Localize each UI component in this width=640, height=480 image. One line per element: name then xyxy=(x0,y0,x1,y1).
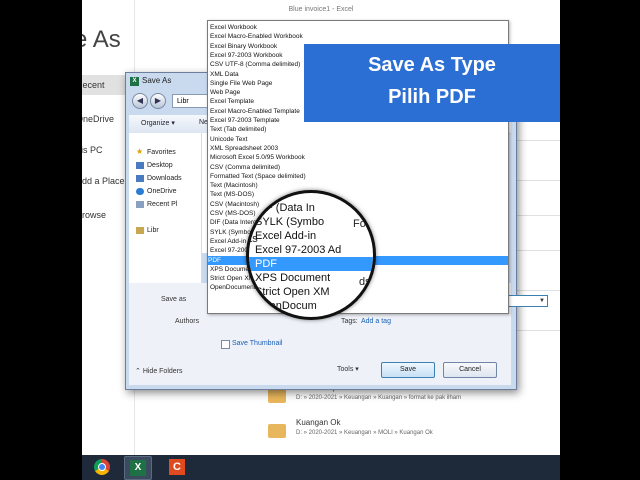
magnifier-lens: ents me: Format) dsheet dsheet DIF (Data… xyxy=(246,190,376,320)
magnified-option-selected: PDF xyxy=(249,257,373,271)
tools-button[interactable]: Tools ▾ xyxy=(337,365,359,373)
camtasia-taskbar-button[interactable]: C xyxy=(164,456,190,478)
magnified-option: XPS Document xyxy=(255,272,331,284)
save-type-option[interactable]: Excel Macro-Enabled Workbook xyxy=(210,32,303,41)
nav-onedrive[interactable]: OneDrive xyxy=(136,188,177,195)
save-type-option[interactable]: CSV (Comma delimited) xyxy=(210,163,280,172)
magnified-option: OpenDocum xyxy=(255,300,317,312)
taskbar: X C xyxy=(82,455,560,480)
cloud-icon xyxy=(136,188,144,195)
save-type-option[interactable]: Microsoft Excel 5.0/95 Workbook xyxy=(210,153,305,162)
save-type-option[interactable]: Single File Web Page xyxy=(210,79,272,88)
folder-path: D: » 2020-2021 » Keuangan » Kuangan » fo… xyxy=(296,395,462,401)
magnified-option: SYLK (Symbo xyxy=(255,216,325,228)
magnified-option: Strict Open XM xyxy=(255,286,330,298)
window-title: Blue invoice1 - Excel xyxy=(288,6,354,13)
excel-icon: X xyxy=(130,77,139,86)
save-type-option[interactable]: Unicode Text xyxy=(210,135,247,144)
authors-label: Authors xyxy=(175,318,200,325)
nav-onedrive[interactable]: OneDrive xyxy=(82,114,114,124)
save-type-option[interactable]: Excel Binary Workbook xyxy=(210,42,277,51)
chevron-down-icon: ▼ xyxy=(539,298,545,304)
save-as-type-label: Save as xyxy=(161,296,187,303)
save-type-option[interactable]: Excel 97-2003 Workbook xyxy=(210,51,283,60)
save-type-option[interactable]: Excel Workbook xyxy=(210,23,257,32)
desktop-icon xyxy=(136,162,144,169)
caption-banner: Save As Type Pilih PDF xyxy=(304,44,560,122)
hide-folders-button[interactable]: ⌃ Hide Folders xyxy=(135,367,183,375)
save-type-option[interactable]: XML Spreadsheet 2003 xyxy=(210,144,278,153)
save-type-option[interactable]: Text (MS-DOS) xyxy=(210,190,254,199)
save-type-option[interactable]: Excel Template xyxy=(210,97,254,106)
chrome-icon xyxy=(94,459,110,475)
excel-taskbar-button[interactable]: X xyxy=(124,456,152,480)
cancel-button[interactable]: Cancel xyxy=(443,362,497,378)
save-button[interactable]: Save xyxy=(381,362,435,378)
save-thumbnail-checkbox[interactable] xyxy=(221,340,230,349)
star-icon: ★ xyxy=(136,147,144,156)
save-type-option[interactable]: Formatted Text (Space delimited) xyxy=(210,172,306,181)
folder-path: D: » 2020-2021 » Keuangan » MOLI » Kuang… xyxy=(296,430,433,436)
folder-icon xyxy=(268,424,286,438)
banner-line-2: Pilih PDF xyxy=(388,86,476,108)
nav-this-pc[interactable]: his PC xyxy=(82,145,103,155)
downloads-icon xyxy=(136,175,144,182)
folder-icon xyxy=(268,389,286,403)
save-type-option[interactable]: XML Data xyxy=(210,70,239,79)
forward-icon[interactable]: ▶ xyxy=(150,93,166,109)
nav-downloads[interactable]: Downloads xyxy=(136,175,182,182)
folder-name: Kuangan Ok xyxy=(296,418,341,427)
save-type-option[interactable]: Excel 97-2003 Template xyxy=(210,116,280,125)
save-thumbnail-label[interactable]: Save Thumbnail xyxy=(232,340,282,347)
nav-favorites[interactable]: ★ Favorites xyxy=(136,147,176,156)
nav-browse[interactable]: Browse xyxy=(82,210,106,220)
nav-add-place[interactable]: Add a Place xyxy=(82,176,125,186)
save-type-option[interactable]: Excel Add-in xyxy=(210,237,246,246)
recent-icon xyxy=(136,201,144,208)
backstage-heading: e As xyxy=(82,26,121,53)
save-type-option[interactable]: Text (Tab delimited) xyxy=(210,125,266,134)
library-icon xyxy=(136,227,144,234)
nav-libraries[interactable]: Libr xyxy=(136,227,159,234)
save-type-option[interactable]: Text (Macintosh) xyxy=(210,181,258,190)
save-type-option[interactable]: CSV (Macintosh) xyxy=(210,200,259,209)
magnified-option: DIF (Data In xyxy=(255,202,315,214)
back-icon[interactable]: ◀ xyxy=(132,93,148,109)
nav-desktop[interactable]: Desktop xyxy=(136,162,173,169)
camtasia-icon: C xyxy=(169,459,185,475)
nav-recent-places[interactable]: Recent Pl xyxy=(136,201,177,208)
save-type-option[interactable]: Web Page xyxy=(210,88,240,97)
chrome-taskbar-button[interactable] xyxy=(88,456,114,478)
save-type-option[interactable]: Excel Macro-Enabled Template xyxy=(210,107,300,116)
magnified-option: Excel 97-2003 Ad xyxy=(255,244,342,256)
chevron-up-icon: ⌃ xyxy=(135,368,143,375)
magnified-option: Excel Add-in xyxy=(255,230,317,242)
save-type-option[interactable]: CSV UTF-8 (Comma delimited) xyxy=(210,60,300,69)
save-type-option[interactable]: CSV (MS-DOS) xyxy=(210,209,256,218)
dialog-title: Save As xyxy=(142,76,172,85)
organize-button[interactable]: Organize ▾ xyxy=(141,119,175,127)
banner-line-1: Save As Type xyxy=(368,54,496,76)
recent-folder-row[interactable]: Kuangan Ok D: » 2020-2021 » Keuangan » M… xyxy=(268,418,558,448)
magnified-label: Format) xyxy=(353,218,373,230)
tags-label: Tags: xyxy=(341,318,358,325)
add-tag-link[interactable]: Add a tag xyxy=(361,318,391,325)
excel-icon: X xyxy=(130,460,146,476)
